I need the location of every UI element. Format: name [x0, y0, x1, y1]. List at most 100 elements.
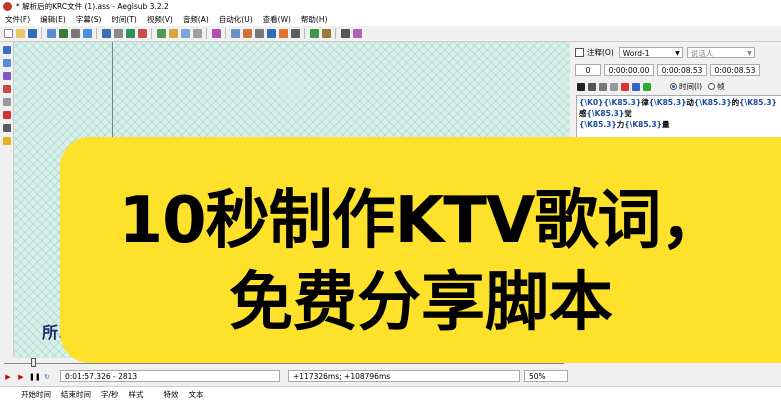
- replace-icon[interactable]: [192, 29, 202, 38]
- zoom-icon[interactable]: [290, 29, 300, 38]
- menu-audio[interactable]: 音频(A): [178, 14, 214, 25]
- toolbar-separator: [304, 28, 305, 39]
- clip-rect-tool-icon[interactable]: [2, 111, 11, 119]
- help-icon[interactable]: [352, 29, 362, 38]
- menu-help[interactable]: 帮助(H): [296, 14, 333, 25]
- start-time-field[interactable]: 0:00:00.00: [604, 64, 654, 76]
- attachments-icon[interactable]: [101, 29, 111, 38]
- karaoke-syllable: 觉: [624, 109, 632, 118]
- style-value: Word-1: [622, 49, 650, 58]
- resample-icon[interactable]: [137, 29, 147, 38]
- karaoke-tag: {\K85.3}: [579, 120, 617, 129]
- timing-post-processor-icon[interactable]: [242, 29, 252, 38]
- toolbar-separator: [151, 28, 152, 39]
- find-icon[interactable]: [180, 29, 190, 38]
- rotate-xy-tool-icon[interactable]: [2, 85, 11, 93]
- offset-display: +117326ms; +108796ms: [288, 370, 520, 382]
- tools-icon[interactable]: [321, 29, 331, 38]
- window-title: * 解析后的KRC文件 (1).ass - Aegisub 3.2.2: [16, 2, 169, 11]
- snap-icon[interactable]: [254, 29, 264, 38]
- properties-icon[interactable]: [82, 29, 92, 38]
- open-audio-icon[interactable]: [58, 29, 68, 38]
- save-icon[interactable]: [27, 29, 37, 38]
- open-video-icon[interactable]: [46, 29, 56, 38]
- menu-edit[interactable]: 编辑(E): [35, 14, 71, 25]
- comment-checkbox[interactable]: [575, 48, 584, 57]
- promo-banner: 10秒制作KTV歌词， 免费分享脚本: [60, 137, 781, 363]
- frame-radio[interactable]: [708, 83, 716, 90]
- menu-timing[interactable]: 时间(T): [106, 14, 141, 25]
- chevron-down-icon: ▼: [675, 50, 680, 57]
- open-folder-icon[interactable]: [15, 29, 25, 38]
- font-icon[interactable]: [620, 82, 629, 91]
- menu-automation[interactable]: 自动化(U): [214, 14, 258, 25]
- frame-radio-label: 帧: [717, 82, 725, 91]
- zoom-value: 50%: [529, 372, 546, 381]
- layer-spinner[interactable]: 0: [575, 64, 601, 76]
- pause-icon[interactable]: ❚❚: [29, 372, 41, 382]
- help-question-icon[interactable]: [2, 137, 11, 145]
- scale-tool-icon[interactable]: [2, 98, 11, 106]
- zoom-dropdown[interactable]: 50%: [524, 370, 568, 382]
- bold-icon[interactable]: [576, 82, 585, 91]
- menu-video[interactable]: 视频(V): [142, 14, 178, 25]
- grid-col-effect[interactable]: 特效: [159, 389, 184, 400]
- grid-col-text[interactable]: 文本: [184, 389, 209, 400]
- style-manager-icon[interactable]: [70, 29, 80, 38]
- grid-col-end-time[interactable]: 结束时间: [56, 389, 96, 400]
- loop-icon[interactable]: ↻: [42, 372, 52, 382]
- menu-view[interactable]: 查看(W): [258, 14, 296, 25]
- grid-col-style[interactable]: 样式: [124, 389, 149, 400]
- color-icon[interactable]: [631, 82, 640, 91]
- karaoke-syllable: 动: [686, 98, 694, 107]
- edit-row-toolbar: 时间(I) 帧: [575, 81, 725, 92]
- video-details-icon[interactable]: [266, 29, 276, 38]
- karaoke-syllable: 感: [579, 109, 587, 118]
- actor-field[interactable]: 说话人 ▼: [686, 47, 755, 58]
- main-toolbar: [0, 26, 781, 42]
- toolbar-separator: [96, 28, 97, 39]
- seek-thumb[interactable]: [31, 358, 36, 367]
- time-radio[interactable]: [670, 83, 677, 90]
- edit-row-times: 0 0:00:00.00 0:00:08.53 0:00:08.53: [575, 64, 763, 76]
- underline-icon[interactable]: [598, 82, 607, 91]
- karaoke-tag: {\K85.3}: [693, 98, 732, 107]
- commit-icon[interactable]: [642, 82, 651, 91]
- apply-check-icon[interactable]: [309, 29, 319, 38]
- position-display[interactable]: 0:01:57.326 - 2813: [60, 370, 280, 382]
- karaoke-tag: {\K85.3}: [739, 98, 777, 107]
- karaoke-syllable: 量: [661, 120, 670, 129]
- duration-field[interactable]: 0:00:08.53: [710, 64, 760, 76]
- vector-clip-tool-icon[interactable]: [2, 124, 11, 132]
- shift-times-icon[interactable]: [230, 29, 240, 38]
- menu-bar: 文件(F) 编辑(E) 字幕(S) 时间(T) 视频(V) 音频(A) 自动化(…: [0, 13, 781, 26]
- menu-file[interactable]: 文件(F): [0, 14, 35, 25]
- new-file-icon[interactable]: [3, 29, 13, 38]
- style-dropdown[interactable]: Word-1 ▼: [618, 47, 683, 58]
- subtitle-grid-header: 开始时间 结束时间 字/秒 样式 特效 文本: [0, 386, 781, 401]
- kanji-timer-icon[interactable]: [211, 29, 221, 38]
- translation-assistant-icon[interactable]: [156, 29, 166, 38]
- karaoke-tag: {\K85.3}: [624, 120, 662, 129]
- jump-icon[interactable]: [278, 29, 288, 38]
- end-time-field[interactable]: 0:00:08.53: [657, 64, 707, 76]
- italic-icon[interactable]: [587, 82, 596, 91]
- options-icon[interactable]: [340, 29, 350, 38]
- drag-tool-icon[interactable]: [2, 59, 11, 67]
- rotate-z-tool-icon[interactable]: [2, 72, 11, 80]
- fonts-collector-icon[interactable]: [113, 29, 123, 38]
- play-icon[interactable]: ▶: [16, 372, 26, 382]
- play-line-icon[interactable]: ▶: [3, 372, 13, 382]
- grid-col-cps[interactable]: 字/秒: [96, 389, 124, 400]
- toolbar-separator: [225, 28, 226, 39]
- standard-tool-icon[interactable]: [2, 46, 11, 54]
- grid-col-start-time[interactable]: 开始时间: [16, 389, 56, 400]
- video-tools-bar: [0, 42, 14, 357]
- seek-track: [4, 363, 564, 364]
- karaoke-line: {\K85.3}力{\K85.3}量: [579, 119, 779, 130]
- menu-subtitle[interactable]: 字幕(S): [71, 14, 107, 25]
- karaoke-tag: {\K85.3}: [586, 109, 625, 118]
- strikeout-icon[interactable]: [609, 82, 618, 91]
- spell-check-icon[interactable]: [168, 29, 178, 38]
- automation-icon[interactable]: [125, 29, 135, 38]
